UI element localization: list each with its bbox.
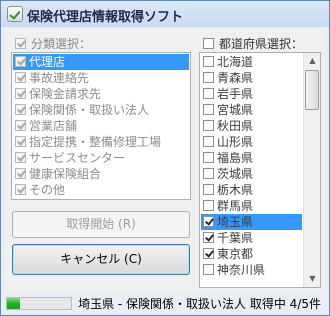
item-label: 福島県 [217, 151, 254, 165]
list-item[interactable]: 福島県 [201, 150, 302, 166]
prefecture-select-all-checkbox[interactable] [203, 38, 214, 49]
item-label: 山形県 [217, 135, 254, 149]
item-label: サービスセンター [29, 151, 126, 165]
prefecture-scrollbar[interactable]: ▲ ▼ [303, 53, 320, 287]
item-checkbox [15, 168, 26, 179]
item-checkbox [15, 104, 26, 115]
window-title: 保険代理店情報取得ソフト [27, 10, 184, 25]
item-checkbox [15, 152, 26, 163]
list-item[interactable]: 青森県 [201, 70, 302, 86]
list-item[interactable]: 神奈川県 [201, 262, 302, 278]
title-bar[interactable]: 保険代理店情報取得ソフト [1, 1, 329, 27]
item-label: その他 [29, 183, 66, 197]
list-item[interactable]: 秋田県 [201, 118, 302, 134]
status-text: 埼玉県 - 保険関係・取扱い法人 取得中 4/5件 [78, 297, 321, 311]
list-item: サービスセンター [13, 150, 189, 166]
list-item[interactable]: 山形県 [201, 134, 302, 150]
item-checkbox[interactable] [203, 184, 214, 195]
list-item[interactable]: 栃木県 [201, 182, 302, 198]
item-checkbox [15, 72, 26, 83]
progress-bar [6, 297, 72, 310]
item-label: 事故連絡先 [29, 71, 90, 85]
list-item: 指定提携・整備修理工場 [13, 134, 189, 150]
item-checkbox [15, 184, 26, 195]
status-bar: 埼玉県 - 保険関係・取扱い法人 取得中 4/5件 [5, 293, 325, 313]
list-item: その他 [13, 182, 189, 198]
item-checkbox[interactable] [203, 152, 214, 163]
item-label: 秋田県 [217, 119, 254, 133]
item-checkbox [15, 136, 26, 147]
scroll-down-arrow-icon[interactable]: ▼ [305, 271, 320, 287]
item-label: 岩手県 [217, 87, 254, 101]
item-checkbox[interactable] [203, 232, 214, 243]
item-label: 茨城県 [217, 167, 254, 181]
item-label: 保険関係・取扱い法人 [29, 103, 150, 117]
list-item: 健康保険組合 [13, 166, 189, 182]
list-item: 事故連絡先 [13, 70, 189, 86]
item-label: 北海道 [217, 55, 254, 69]
category-select-all-checkbox [15, 38, 26, 49]
list-item: 保険金請求先 [13, 86, 189, 102]
list-item[interactable]: 茨城県 [201, 166, 302, 182]
category-list[interactable]: 代理店事故連絡先保険金請求先保険関係・取扱い法人 営業店舗指定提携・整備修理工場サ… [11, 52, 191, 200]
item-label: 保険金請求先 [29, 87, 102, 101]
item-checkbox[interactable] [203, 72, 214, 83]
client-area: 分類選択： 代理店事故連絡先保険金請求先保険関係・取扱い法人 営業店舗指定提携・整… [5, 28, 325, 292]
item-checkbox[interactable] [203, 104, 214, 115]
item-label: 営業店舗 [29, 119, 78, 133]
list-item: 保険関係・取扱い法人 [13, 102, 189, 118]
item-label: 千葉県 [217, 231, 254, 245]
start-fetch-button[interactable]: 取得開始 (R) [12, 211, 190, 238]
prefecture-list[interactable]: 北海道青森県岩手県宮城県秋田県山形県福島県茨城県栃木県群馬県埼玉県千葉県東京都神… [199, 52, 321, 288]
item-checkbox [15, 120, 26, 131]
item-label: 青森県 [217, 71, 254, 85]
item-label: 埼玉県 [217, 215, 254, 229]
list-item[interactable]: 岩手県 [201, 86, 302, 102]
main-window: 保険代理店情報取得ソフト 分類選択： 代理店事故連絡先保険金請求先保険関係・取扱… [0, 0, 330, 316]
item-label: 東京都 [217, 247, 254, 261]
item-checkbox[interactable] [203, 120, 214, 131]
item-checkbox[interactable] [203, 248, 214, 259]
category-group-label: 分類選択： [31, 37, 92, 51]
item-checkbox [15, 56, 26, 67]
item-label: 群馬県 [217, 199, 254, 213]
item-checkbox [15, 88, 26, 99]
list-item[interactable]: 群馬県 [201, 198, 302, 214]
item-checkbox[interactable] [203, 136, 214, 147]
item-label: 宮城県 [217, 103, 254, 117]
progress-fill [7, 298, 20, 309]
prefecture-group-label: 都道府県選択： [219, 37, 304, 51]
item-label: 栃木県 [217, 183, 254, 197]
list-item[interactable]: 埼玉県 [201, 214, 302, 230]
scroll-thumb[interactable] [305, 70, 319, 110]
list-item[interactable]: 北海道 [201, 54, 302, 70]
app-check-icon [7, 6, 23, 22]
item-checkbox[interactable] [203, 216, 214, 227]
scroll-up-arrow-icon[interactable]: ▲ [305, 53, 320, 69]
cancel-button[interactable]: キャンセル (C) [12, 244, 190, 275]
list-item[interactable]: 千葉県 [201, 230, 302, 246]
list-item: 営業店舗 [13, 118, 189, 134]
item-checkbox[interactable] [203, 200, 214, 211]
item-label: 指定提携・整備修理工場 [29, 135, 162, 149]
list-item: 代理店 [13, 54, 189, 70]
item-checkbox[interactable] [203, 56, 214, 67]
item-label: 健康保険組合 [29, 167, 102, 181]
list-item[interactable]: 宮城県 [201, 102, 302, 118]
list-item[interactable]: 東京都 [201, 246, 302, 262]
item-label: 神奈川県 [217, 263, 266, 277]
item-label: 代理店 [29, 55, 66, 69]
item-checkbox[interactable] [203, 168, 214, 179]
item-checkbox[interactable] [203, 264, 214, 275]
item-checkbox[interactable] [203, 88, 214, 99]
